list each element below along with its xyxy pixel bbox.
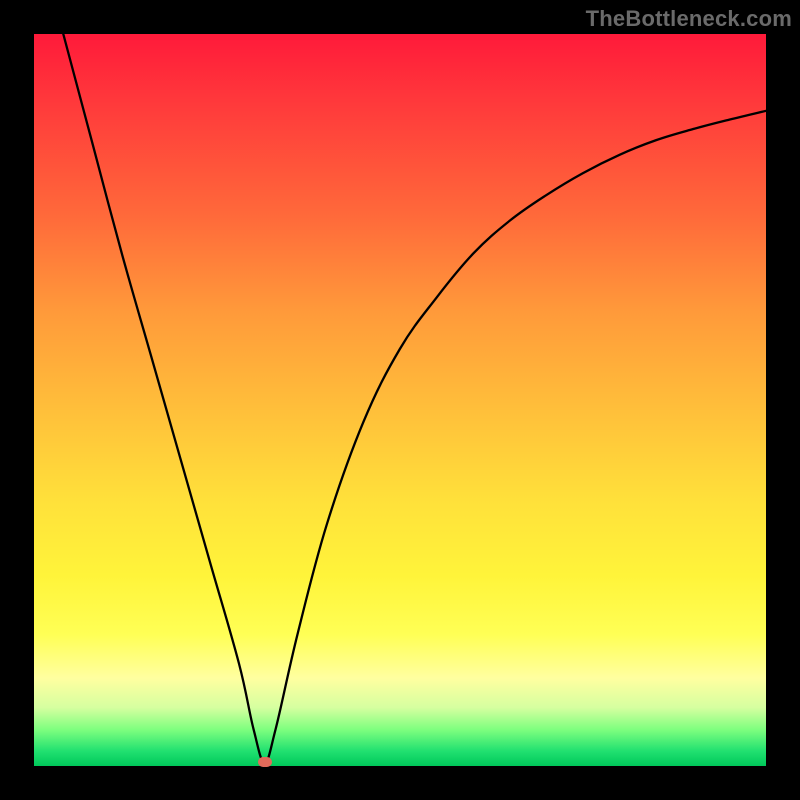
optimal-point-marker (258, 757, 272, 767)
watermark-text: TheBottleneck.com (586, 6, 792, 32)
bottleneck-curve (34, 34, 766, 766)
plot-area (34, 34, 766, 766)
chart-frame: TheBottleneck.com (0, 0, 800, 800)
